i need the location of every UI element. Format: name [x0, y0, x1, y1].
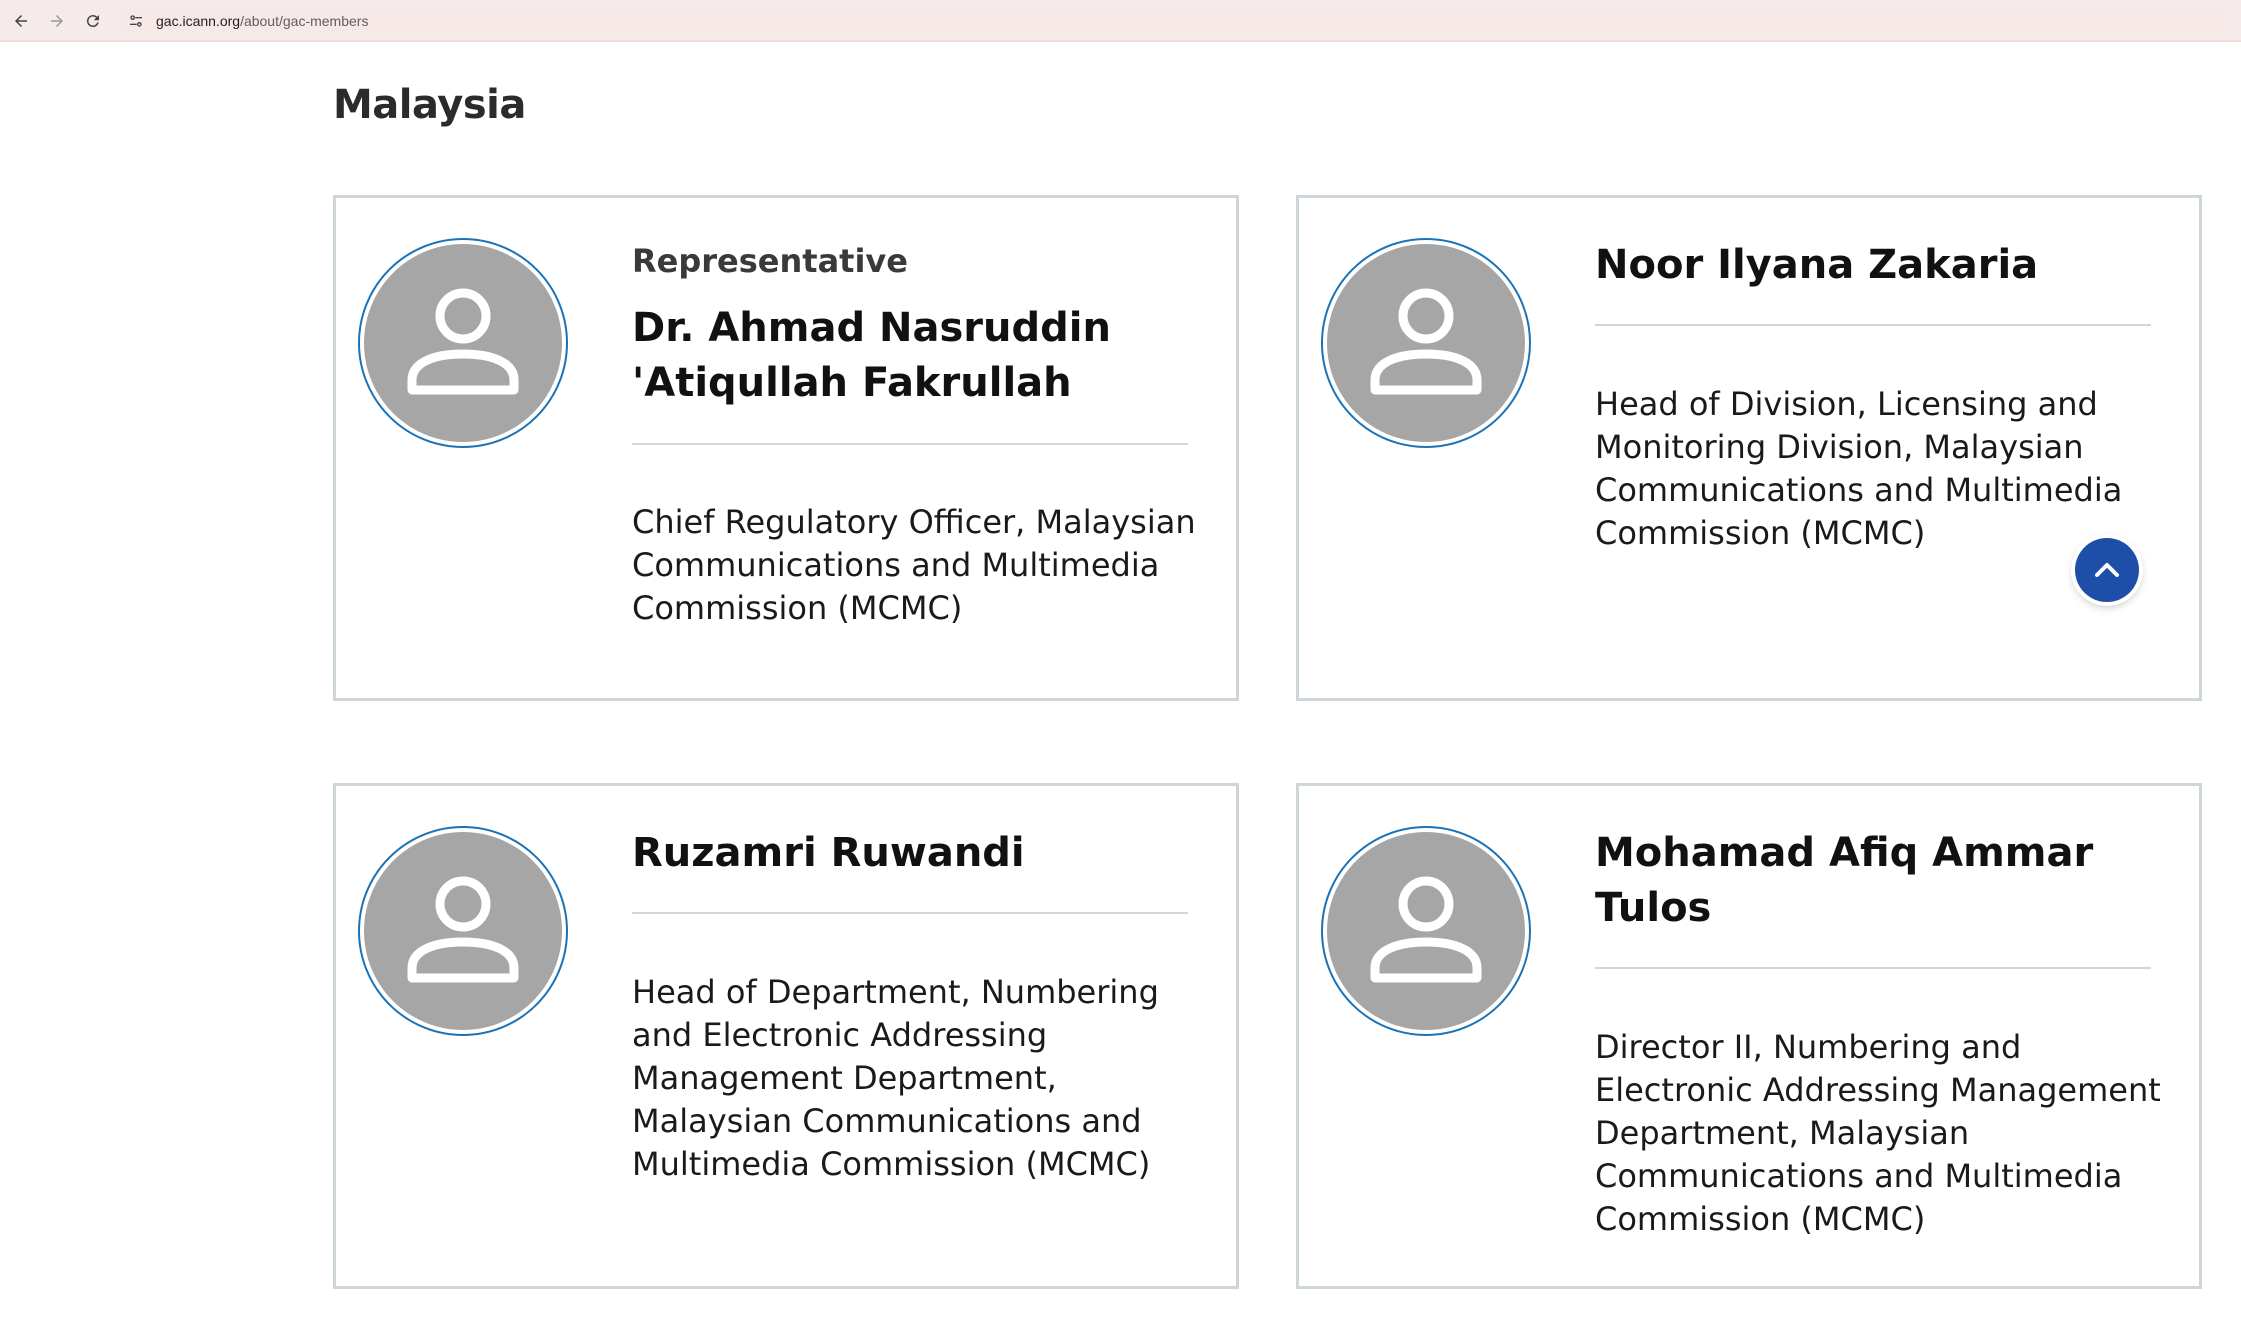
site-info-button[interactable]	[126, 11, 146, 31]
member-title: Director II, Numbering and Electronic Ad…	[1595, 1028, 2161, 1238]
member-name: Mohamad Afiq Ammar Tulos	[1595, 830, 2094, 931]
arrow-left-icon	[15, 15, 27, 27]
divider	[632, 443, 1188, 445]
member-card: Ruzamri Ruwandi Head of Department, Numb…	[333, 783, 1239, 1289]
avatar-placeholder	[1327, 244, 1525, 442]
avatar	[358, 238, 568, 448]
reload-icon	[86, 15, 99, 28]
member-title: Head of Division, Licensing and Monitori…	[1595, 385, 2123, 552]
divider	[632, 912, 1188, 914]
member-name: Ruzamri Ruwandi	[632, 830, 1025, 876]
user-icon	[407, 876, 519, 983]
member-card: Noor Ilyana Zakaria Head of Division, Li…	[1296, 195, 2202, 701]
tune-icon	[130, 15, 142, 27]
avatar	[1321, 826, 1531, 1036]
reload-button[interactable]	[80, 8, 106, 34]
avatar	[358, 826, 568, 1036]
page-title: Malaysia	[333, 82, 526, 128]
avatar-placeholder	[364, 832, 562, 1030]
url-text[interactable]: gac.icann.org/about/gac-members	[156, 13, 368, 29]
member-card: Mohamad Afiq Ammar Tulos Director II, Nu…	[1296, 783, 2202, 1289]
divider	[1595, 967, 2151, 969]
url-path: /about/gac-members	[240, 13, 369, 29]
back-button[interactable]	[8, 8, 34, 34]
avatar	[1321, 238, 1531, 448]
forward-button[interactable]	[44, 8, 70, 34]
user-icon	[1370, 288, 1482, 395]
divider	[1595, 324, 2151, 326]
avatar-placeholder	[364, 244, 562, 442]
user-icon	[1370, 876, 1482, 983]
address-bar[interactable]: gac.icann.org/about/gac-members	[118, 5, 2228, 37]
member-role: Representative	[632, 242, 908, 280]
browser-toolbar: gac.icann.org/about/gac-members	[0, 0, 2241, 42]
scroll-to-top-button[interactable]	[2075, 538, 2139, 602]
member-name: Noor Ilyana Zakaria	[1595, 242, 2039, 288]
user-icon	[407, 288, 519, 395]
url-domain: gac.icann.org	[156, 13, 241, 29]
chevron-up-icon	[2095, 563, 2119, 577]
member-title: Head of Department, Numbering and Electr…	[632, 973, 1159, 1183]
arrow-right-icon	[51, 15, 63, 27]
member-card: Representative Dr. Ahmad Nasruddin 'Atiq…	[333, 195, 1239, 701]
avatar-placeholder	[1327, 832, 1525, 1030]
member-name: Dr. Ahmad Nasruddin 'Atiqullah Fakrullah	[632, 305, 1111, 406]
member-title: Chief Regulatory Officer, Malaysian Comm…	[632, 503, 1196, 627]
